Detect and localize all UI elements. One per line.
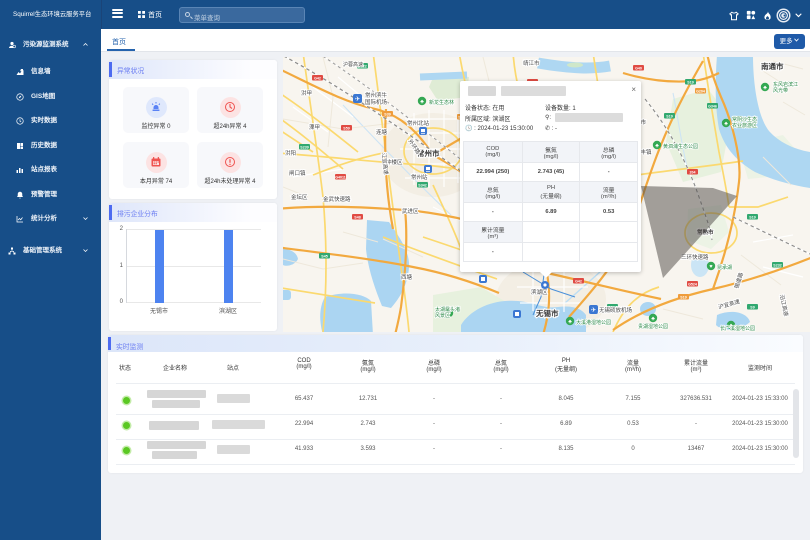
svg-text:新龙生态林: 新龙生态林: [429, 99, 454, 106]
svg-text:S19: S19: [749, 215, 755, 219]
svg-text:♣: ♣: [724, 121, 728, 127]
svg-text:♣: ♣: [651, 316, 655, 322]
svg-text:洪阳: 洪阳: [285, 149, 296, 157]
svg-text:✈: ✈: [355, 96, 361, 103]
svg-text:S342: S342: [418, 183, 426, 187]
svg-text:常州滨牛: 常州滨牛: [365, 91, 388, 99]
svg-text:G42: G42: [575, 279, 582, 283]
svg-text:武进区: 武进区: [402, 207, 419, 215]
svg-text:S239: S239: [300, 145, 308, 149]
svg-text:✈: ✈: [591, 307, 597, 314]
svg-text:S39: S39: [384, 112, 390, 116]
svg-text:农业旅游区: 农业旅游区: [732, 122, 757, 129]
svg-text:G204: G204: [696, 89, 705, 93]
svg-text:闸口镇: 闸口镇: [289, 169, 306, 177]
svg-text:♣: ♣: [763, 85, 767, 91]
svg-text:金武快速路: 金武快速路: [323, 195, 351, 203]
svg-text:三环快速路: 三环快速路: [681, 253, 709, 261]
svg-text:大溪港湿地公园: 大溪港湿地公园: [576, 319, 611, 326]
svg-text:风景区: 风景区: [435, 312, 450, 319]
svg-text:东风岩滨江: 东风岩滨江: [773, 81, 798, 88]
svg-text:常州北站: 常州北站: [407, 119, 430, 127]
svg-text:♣: ♣: [655, 143, 659, 149]
svg-text:S48: S48: [354, 215, 360, 219]
svg-text:G42: G42: [314, 76, 321, 80]
svg-text:长广溪湿地公园: 长广溪湿地公园: [720, 325, 755, 332]
svg-text:靖江市: 靖江市: [523, 59, 540, 67]
svg-text:S45: S45: [321, 254, 327, 258]
svg-text:西塘: 西塘: [401, 273, 413, 281]
svg-text:G524: G524: [688, 282, 697, 286]
svg-text:黄泗浦生态公园: 黄泗浦生态公园: [663, 143, 698, 150]
svg-text:钟楼区: 钟楼区: [386, 158, 403, 166]
svg-text:滨湖区: 滨湖区: [531, 288, 548, 296]
svg-text:无锡市: 无锡市: [535, 308, 559, 318]
svg-text:S19: S19: [687, 80, 693, 84]
svg-text:洪甲: 洪甲: [301, 89, 312, 97]
svg-text:沪蓉高速: 沪蓉高速: [343, 61, 363, 68]
svg-text:S19: S19: [666, 114, 672, 118]
svg-text:国际机场: 国际机场: [365, 98, 388, 106]
svg-text:溧甲: 溧甲: [309, 123, 320, 131]
svg-text:常阴沙生态: 常阴沙生态: [732, 116, 757, 123]
svg-text:G346: G346: [708, 104, 717, 108]
svg-text:无锡硕放机场: 无锡硕放机场: [599, 306, 633, 314]
svg-text:常州市: 常州市: [417, 148, 440, 158]
svg-text:连塘: 连塘: [376, 128, 388, 136]
svg-text:常州站: 常州站: [411, 173, 428, 181]
svg-text:204: 204: [690, 170, 696, 174]
svg-text:贵湖湿地公园: 贵湖湿地公园: [638, 323, 668, 330]
svg-text:南通市: 南通市: [761, 61, 784, 71]
svg-text:S232: S232: [773, 263, 781, 267]
svg-text:♥: ♥: [709, 264, 712, 270]
svg-text:昆承湖: 昆承湖: [717, 264, 732, 271]
svg-text:金坛区: 金坛区: [291, 193, 308, 201]
svg-text:G40: G40: [635, 66, 642, 70]
svg-text:风光带: 风光带: [773, 87, 788, 94]
svg-text:S59: S59: [343, 126, 349, 130]
svg-text:太湖鼋头渚: 太湖鼋头渚: [435, 306, 460, 313]
svg-text:S19: S19: [680, 295, 686, 299]
svg-text:♣: ♣: [420, 99, 424, 105]
svg-text:S9: S9: [750, 305, 754, 309]
svg-text:G4011: G4011: [335, 175, 346, 179]
svg-text:♣: ♣: [568, 319, 572, 325]
